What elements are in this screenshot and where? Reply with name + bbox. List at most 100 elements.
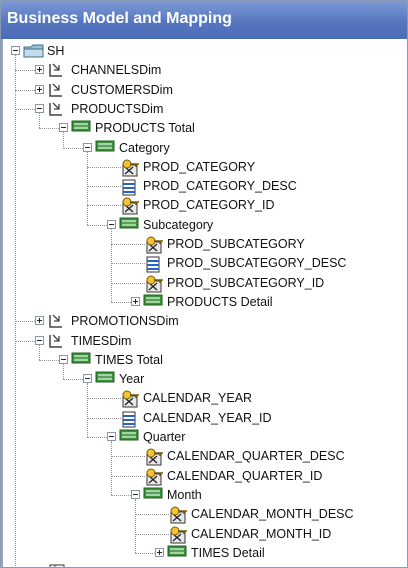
tree-connector [111, 456, 145, 458]
tree-node-label: CALENDAR_QUARTER_ID [167, 468, 323, 483]
tree-node[interactable]: CALENDAR_MONTH_ID [3, 524, 403, 544]
level-icon [143, 487, 163, 502]
collapse-toggle[interactable] [59, 354, 68, 364]
business-model-tree[interactable]: SH CHANNELSDim CUSTOMERSDim PRODUCTSDim PROD… [1, 39, 405, 567]
tree-node[interactable]: CALENDAR_YEAR [3, 388, 403, 408]
tree-connector [135, 514, 169, 516]
tree-node-label: TIMES Total [95, 352, 163, 367]
tree-node[interactable]: PRODUCTSDim [3, 99, 403, 119]
expand-toggle[interactable] [35, 84, 44, 94]
tree-node-label: PRODUCTSDim [71, 101, 164, 116]
tree-node-label: Category [119, 140, 170, 155]
tree-node-label: Subcategory [143, 217, 214, 232]
dimension-icon [47, 313, 65, 332]
tree-node[interactable]: PROD_SUBCATEGORY [3, 234, 403, 254]
collapse-toggle[interactable] [107, 219, 116, 229]
tree-node-label: CALENDAR_MONTH_DESC [191, 507, 354, 522]
collapse-toggle[interactable] [83, 142, 92, 152]
tree-node[interactable]: CALENDAR_YEAR_ID [3, 408, 403, 428]
expand-toggle[interactable] [35, 316, 44, 326]
tree-connector [87, 398, 121, 400]
tree-node[interactable]: TIMES Detail [3, 543, 403, 563]
tree-node[interactable]: Category [3, 138, 403, 158]
tree-node[interactable]: CALENDAR_QUARTER_DESC [3, 446, 403, 466]
tree-connector [111, 475, 145, 477]
tree-node-label: PROD_SUBCATEGORY [167, 237, 305, 251]
tree-node[interactable]: CHANNELSDim [3, 60, 403, 80]
collapse-toggle[interactable] [59, 123, 68, 133]
level-icon [119, 429, 139, 444]
collapse-toggle[interactable] [11, 46, 20, 55]
tree-node-label: CALENDAR_MONTH_ID [191, 526, 332, 541]
tree-node-label: Year [119, 372, 145, 387]
tree-node-label: PROD_SUBCATEGORY_DESC [167, 256, 347, 271]
dimension-icon [47, 101, 65, 120]
tree-node[interactable]: Quarter [3, 427, 403, 447]
tree-node-label: PROD_CATEGORY_ID [143, 198, 275, 213]
tree-node-label: PRODUCTS Total [95, 121, 195, 136]
dimension-icon [47, 62, 65, 81]
tree-node-label: CUSTOMERSDim [71, 82, 173, 97]
dimension-icon [47, 82, 65, 101]
level-icon [95, 371, 115, 386]
tree-node[interactable]: Year [3, 369, 403, 389]
tree-node[interactable]: PROMOTIONSDim [3, 311, 403, 331]
expand-toggle[interactable] [155, 547, 164, 557]
tree-node-label: SH [47, 44, 65, 58]
panel-titlebar: Business Model and Mapping [1, 1, 407, 39]
tree-node[interactable]: PRODUCTS Total [3, 118, 403, 138]
level-icon [95, 140, 115, 155]
tree-node[interactable]: SH [3, 41, 403, 61]
tree-node-label: Quarter [143, 430, 186, 444]
tree-node[interactable]: PROD_CATEGORY_DESC [3, 176, 403, 196]
collapse-toggle[interactable] [107, 432, 116, 441]
folder-icon [23, 43, 45, 62]
tree-node-label: Month [167, 487, 202, 502]
level-icon [167, 545, 187, 560]
expand-toggle[interactable] [35, 65, 44, 75]
tree-node[interactable]: TIMES Total [3, 350, 403, 370]
collapse-toggle[interactable] [131, 489, 140, 499]
tree-connector [87, 205, 121, 207]
tree-connector [87, 186, 121, 188]
tree-node[interactable]: PROD_CATEGORY [3, 157, 403, 177]
tree-node[interactable]: Month [3, 485, 403, 505]
tree-node-label: CALENDAR_YEAR_ID [143, 410, 272, 425]
tree-connector [87, 166, 121, 168]
table-icon [47, 564, 69, 567]
tree-node-label: TIMESDim [71, 333, 132, 348]
collapse-toggle[interactable] [35, 335, 44, 345]
tree-node-label: CALENDAR_YEAR [143, 391, 253, 406]
collapse-toggle[interactable] [35, 103, 44, 113]
tree-node-label: PROD_CATEGORY [143, 159, 256, 174]
tree-node-label: PROMOTIONSDim [71, 314, 179, 329]
tree-node-label: TIMES Detail [191, 545, 265, 560]
tree-node-label: PROD_SUBCATEGORY_ID [167, 275, 325, 290]
tree-node[interactable]: CALENDAR_QUARTER_ID [3, 466, 403, 486]
expand-toggle[interactable] [131, 296, 140, 306]
panel-title: Business Model and Mapping [7, 10, 232, 27]
tree-node[interactable]: PROD_SUBCATEGORY_DESC [3, 253, 403, 273]
tree-connector [111, 244, 145, 245]
tree-connector [111, 263, 145, 265]
tree-node-label: PROD_CATEGORY_DESC [143, 179, 297, 194]
tree-node-label: PRODUCTS Detail [167, 294, 273, 309]
business-model-panel: Business Model and Mapping SH CHANNELSDim… [0, 0, 408, 568]
tree-node[interactable]: PRODUCTS Detail [3, 292, 403, 312]
tree-node[interactable]: PROD_SUBCATEGORY_ID [3, 273, 403, 293]
tree-node[interactable]: CHANNELS [3, 562, 403, 567]
level-icon [119, 217, 139, 232]
tree-node[interactable]: TIMESDim [3, 331, 403, 351]
tree-connector [87, 417, 121, 419]
collapse-toggle[interactable] [83, 374, 92, 384]
tree-node[interactable]: CUSTOMERSDim [3, 80, 403, 100]
tree-node[interactable]: PROD_CATEGORY_ID [3, 195, 403, 215]
level-icon [71, 352, 91, 367]
tree-node[interactable]: Subcategory [3, 215, 403, 235]
tree-connector [111, 282, 145, 284]
tree-node[interactable]: CALENDAR_MONTH_DESC [3, 504, 403, 524]
dimension-icon [47, 333, 65, 352]
tree-node-label: CHANNELSDim [71, 63, 162, 78]
tree-connector [135, 533, 169, 535]
tree-node-label: CALENDAR_QUARTER_DESC [167, 449, 345, 464]
